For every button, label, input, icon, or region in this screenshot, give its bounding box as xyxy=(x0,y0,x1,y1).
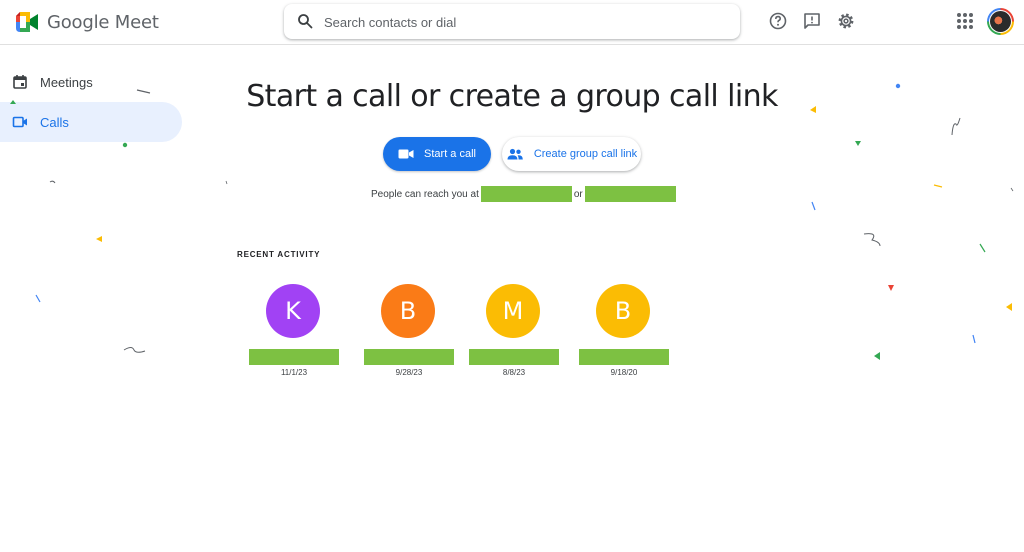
contact-avatar[interactable]: M xyxy=(486,284,540,338)
top-app-bar: Google Meet xyxy=(0,0,1024,45)
contact-date: 9/28/23 xyxy=(395,368,423,377)
confetti-piece xyxy=(49,180,56,184)
headline-text: Start a call or create a group call link xyxy=(246,79,778,114)
app-name: Google Meet xyxy=(47,11,159,33)
contact-date: 8/8/23 xyxy=(502,368,526,377)
sidebar-item-label: Calls xyxy=(40,114,69,130)
search-input[interactable] xyxy=(324,11,724,33)
contact-avatar[interactable]: B xyxy=(381,284,435,338)
create-group-link-label: Create group call link xyxy=(533,148,638,160)
reachability-line: People can reach you at or xyxy=(371,186,676,202)
create-group-link-button[interactable]: Create group call link xyxy=(502,137,641,171)
settings-icon[interactable] xyxy=(836,11,856,31)
group-icon xyxy=(507,148,523,160)
confetti-piece xyxy=(933,184,943,188)
contact-avatar[interactable]: K xyxy=(266,284,320,338)
confetti-piece xyxy=(888,285,894,291)
search-bar[interactable] xyxy=(284,4,740,39)
confetti-piece xyxy=(811,201,816,211)
confetti-piece xyxy=(874,352,880,360)
redacted-contact-name xyxy=(469,349,559,365)
redacted-contact-name xyxy=(249,349,339,365)
reach-prefix: People can reach you at xyxy=(371,188,479,200)
contact-avatar[interactable]: B xyxy=(596,284,650,338)
confetti-piece xyxy=(863,233,881,247)
google-meet-logo[interactable]: Google Meet xyxy=(14,11,159,33)
start-call-label: Start a call xyxy=(424,148,476,160)
confetti-piece xyxy=(1010,187,1014,192)
confetti-piece xyxy=(979,243,986,253)
video-camera-icon xyxy=(398,149,414,159)
page-title: Start a call or create a group call link xyxy=(0,79,1024,114)
confetti-piece xyxy=(972,334,976,344)
redacted-contact xyxy=(480,186,572,202)
search-icon[interactable] xyxy=(297,13,313,29)
confetti-piece xyxy=(951,117,961,136)
confetti-piece xyxy=(96,236,102,242)
confetti-piece xyxy=(225,180,228,185)
video-camera-icon xyxy=(12,116,27,128)
meet-logo-icon xyxy=(16,12,38,32)
apps-icon[interactable] xyxy=(957,13,973,29)
feedback-icon[interactable] xyxy=(802,11,822,31)
help-icon[interactable] xyxy=(768,11,788,31)
recent-activity-heading: RECENT ACTIVITY xyxy=(237,250,321,259)
confetti-piece xyxy=(123,347,146,353)
confetti-piece xyxy=(1006,303,1012,311)
redacted-contact-name xyxy=(579,349,669,365)
contact-date: 11/1/23 xyxy=(280,368,308,377)
confetti-piece xyxy=(122,142,128,148)
account-avatar[interactable] xyxy=(987,8,1014,35)
redacted-contact-name xyxy=(364,349,454,365)
confetti-piece xyxy=(35,294,41,303)
reach-or: or xyxy=(573,188,583,200)
confetti-piece xyxy=(855,141,861,146)
redacted-contact xyxy=(584,186,676,202)
contact-date: 9/18/20 xyxy=(610,368,638,377)
start-call-button[interactable]: Start a call xyxy=(383,137,491,171)
